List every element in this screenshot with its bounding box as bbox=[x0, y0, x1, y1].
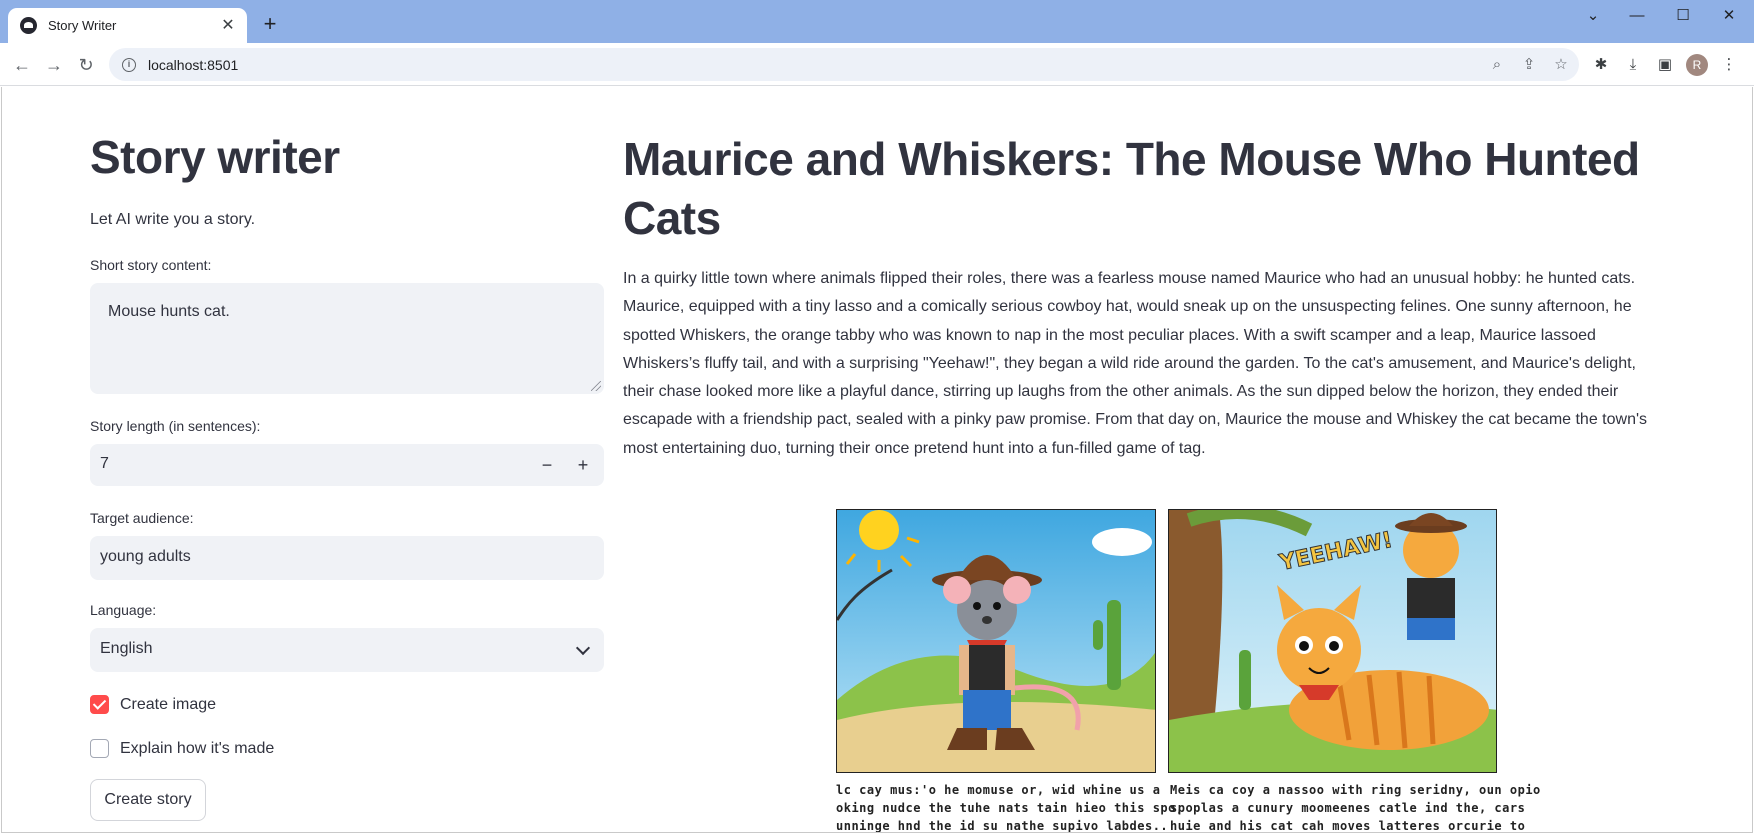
explain-label: Explain how it's made bbox=[120, 739, 275, 757]
maximize-icon[interactable]: ☐ bbox=[1668, 4, 1698, 28]
story-title: Maurice and Whiskers: The Mouse Who Hunt… bbox=[623, 133, 1640, 244]
explain-checkbox[interactable] bbox=[90, 739, 109, 758]
address-bar[interactable]: i localhost:8501 ⌕ ⇪ ☆ bbox=[109, 48, 1579, 81]
reload-icon[interactable]: ↻ bbox=[72, 51, 100, 79]
app-subtitle: Let AI write you a story. bbox=[90, 211, 256, 228]
side-panel-icon[interactable]: ▣ bbox=[1654, 54, 1676, 76]
back-icon[interactable]: ← bbox=[8, 51, 36, 79]
caption-right: Meis ca coy a nassoo with ring seridny, … bbox=[1170, 783, 1541, 833]
menu-kebab-icon[interactable]: ⋮ bbox=[1718, 54, 1740, 76]
close-tab-icon[interactable]: ✕ bbox=[219, 17, 237, 35]
download-icon[interactable]: ⤓ bbox=[1622, 54, 1644, 76]
comic-panel-mouse bbox=[836, 509, 1156, 773]
create-image-checkbox-row[interactable]: Create image bbox=[90, 695, 216, 714]
language-value: English bbox=[100, 640, 153, 657]
browser-tab[interactable]: Story Writer ✕ bbox=[8, 8, 247, 43]
audience-label: Target audience: bbox=[90, 510, 194, 526]
minimize-icon[interactable]: — bbox=[1622, 4, 1652, 28]
app-title: Story writer bbox=[90, 131, 340, 183]
share-icon[interactable]: ⇪ bbox=[1519, 55, 1539, 75]
bookmark-star-icon[interactable]: ☆ bbox=[1551, 55, 1571, 75]
story-content-value: Mouse hunts cat. bbox=[108, 303, 230, 320]
target-audience-input[interactable]: young adults bbox=[90, 536, 604, 580]
create-image-checkbox[interactable] bbox=[90, 695, 109, 714]
story-illustration: YEEHAW! lc cay mus:'o he momuse or, wid … bbox=[836, 497, 1540, 833]
story-length-number-input[interactable]: 7 − + bbox=[90, 444, 604, 486]
profile-avatar[interactable]: R bbox=[1686, 54, 1708, 76]
comic-panel-cat: YEEHAW! bbox=[1168, 509, 1497, 773]
story-body: In a quirky little town where animals fl… bbox=[623, 270, 1648, 457]
browser-toolbar: ← → ↻ i localhost:8501 ⌕ ⇪ ☆ ✱ ⤓ ▣ R ⋮ bbox=[0, 43, 1754, 86]
story-length-value: 7 bbox=[100, 455, 109, 472]
extensions-icon[interactable]: ✱ bbox=[1590, 54, 1612, 76]
resize-grip-icon[interactable] bbox=[591, 381, 601, 391]
browser-tabstrip: Story Writer ✕ + ⌄ — ☐ ✕ bbox=[0, 0, 1754, 43]
new-tab-icon[interactable]: + bbox=[258, 12, 282, 36]
streamlit-favicon-icon bbox=[20, 17, 37, 34]
language-select[interactable]: English bbox=[90, 628, 604, 672]
cat-ride-illustration: YEEHAW! bbox=[1169, 510, 1496, 772]
app-page: Story writer Let AI write you a story. S… bbox=[1, 87, 1753, 833]
site-info-icon[interactable]: i bbox=[122, 57, 136, 72]
language-label: Language: bbox=[90, 602, 157, 618]
forward-icon[interactable]: → bbox=[40, 51, 68, 79]
mouse-cowboy-illustration bbox=[837, 510, 1155, 772]
close-window-icon[interactable]: ✕ bbox=[1714, 4, 1744, 28]
increment-icon[interactable]: + bbox=[566, 444, 600, 486]
tab-search-icon[interactable]: ⌄ bbox=[1578, 4, 1608, 28]
explain-checkbox-row[interactable]: Explain how it's made bbox=[90, 739, 274, 758]
create-image-label: Create image bbox=[120, 695, 217, 713]
create-story-button[interactable]: Create story bbox=[90, 779, 206, 821]
zoom-icon[interactable]: ⌕ bbox=[1487, 55, 1507, 75]
target-audience-value: young adults bbox=[100, 548, 191, 565]
caption-left: lc cay mus:'o he momuse or, wid whine us… bbox=[836, 783, 1184, 833]
content-label: Short story content: bbox=[90, 257, 212, 273]
chevron-down-icon bbox=[575, 640, 591, 656]
story-content-textarea[interactable]: Mouse hunts cat. bbox=[90, 283, 604, 394]
tab-title: Story Writer bbox=[48, 18, 117, 33]
length-label: Story length (in sentences): bbox=[90, 418, 261, 434]
url-text: localhost:8501 bbox=[148, 56, 239, 73]
decrement-icon[interactable]: − bbox=[530, 444, 564, 486]
